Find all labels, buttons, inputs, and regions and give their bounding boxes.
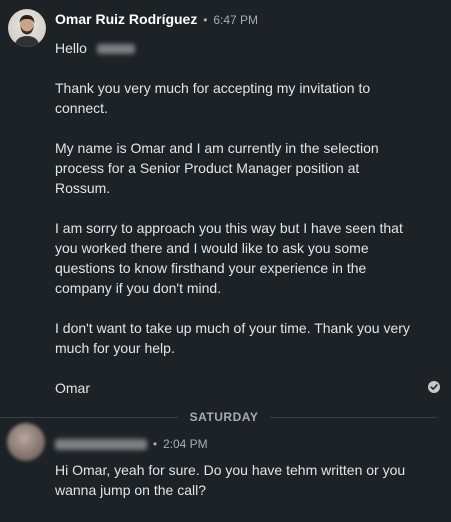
divider-line — [270, 417, 437, 418]
message-signature: Omar — [55, 380, 90, 396]
read-check-icon — [428, 381, 440, 393]
day-divider: SATURDAY — [0, 409, 451, 425]
person-icon — [14, 15, 40, 47]
message-paragraph: Hi Omar, yeah for sure. Do you have tehm… — [55, 462, 406, 498]
avatar[interactable] — [7, 423, 45, 461]
timestamp: 6:47 PM — [213, 13, 259, 27]
message-paragraph: Thank you very much for accepting my inv… — [55, 80, 371, 116]
timestamp: 2:04 PM — [162, 437, 208, 451]
message-paragraph: I am sorry to approach you this way but … — [55, 220, 403, 296]
separator-dot: • — [152, 437, 158, 451]
redacted-sender-name[interactable] — [55, 438, 147, 450]
avatar[interactable] — [8, 9, 46, 47]
message-paragraph: I don't want to take up much of your tim… — [55, 320, 410, 356]
message-paragraph: My name is Omar and I am currently in th… — [55, 140, 379, 196]
sender-name[interactable]: Omar Ruiz Rodríguez — [55, 11, 197, 27]
divider-label: SATURDAY — [189, 410, 259, 424]
greeting-text: Hello — [55, 40, 87, 56]
sender-line: • 2:04 PM — [55, 435, 208, 451]
redacted-name — [96, 44, 135, 55]
greeting-line: Hello — [55, 38, 415, 58]
sender-line: Omar Ruiz Rodríguez • 6:47 PM — [55, 11, 258, 27]
divider-line — [0, 417, 178, 418]
separator-dot: • — [203, 13, 208, 27]
